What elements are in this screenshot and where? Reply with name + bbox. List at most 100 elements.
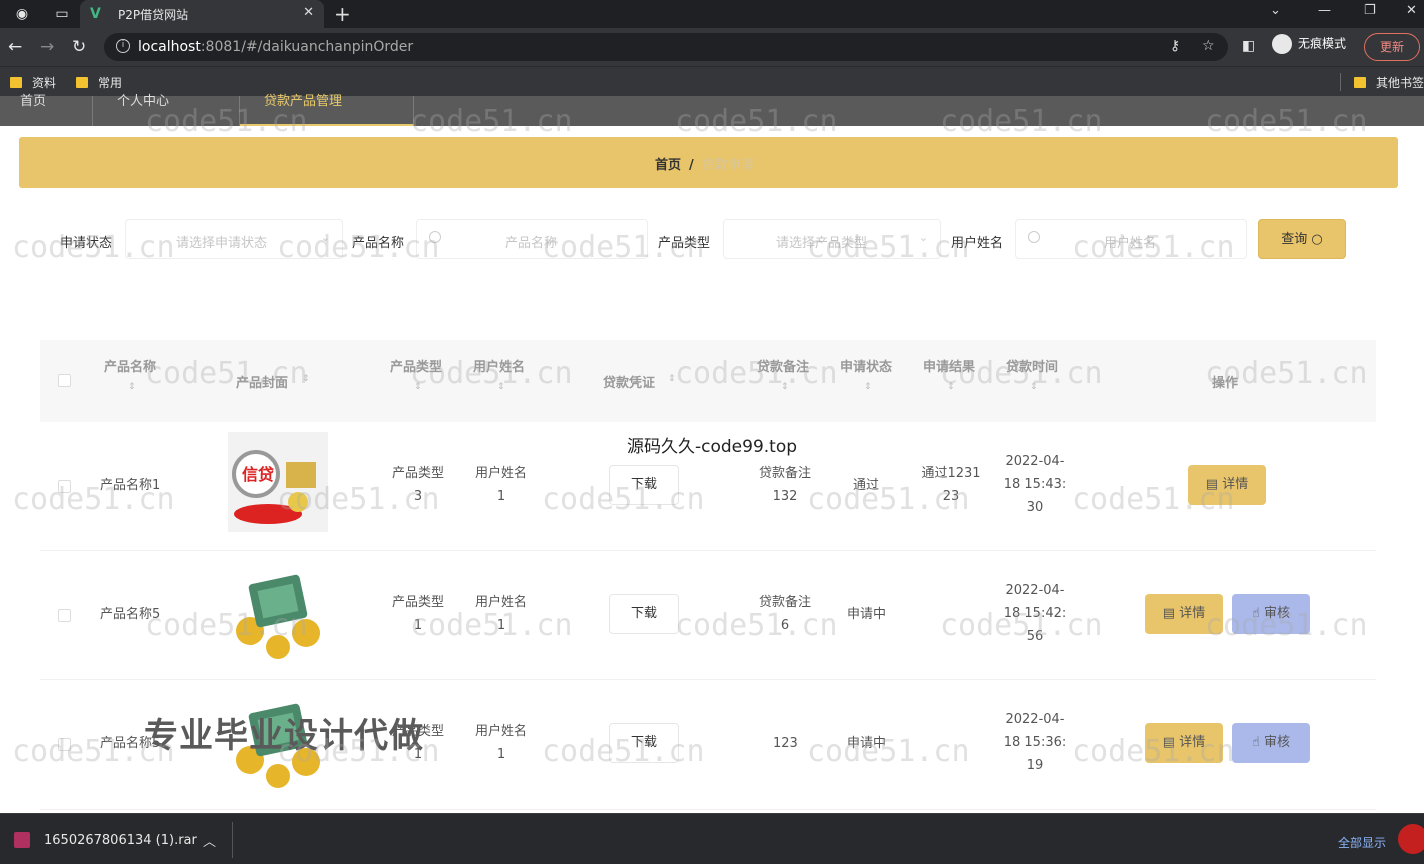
product-label: 产品名称	[352, 236, 405, 251]
sort-icon[interactable]: ⇕	[128, 382, 136, 392]
vue-logo-icon: V	[90, 6, 101, 22]
download-button[interactable]: 下载	[609, 594, 679, 634]
sort-icon[interactable]: ⇕	[1030, 382, 1038, 392]
info-icon[interactable]: i	[116, 39, 130, 53]
star-icon[interactable]: ☆	[1202, 38, 1215, 54]
reload-icon[interactable]: ↻	[72, 37, 86, 57]
th-ops: 操作	[1212, 376, 1239, 391]
incognito-indicator[interactable]: 无痕模式	[1272, 34, 1346, 54]
download-file-name[interactable]: 1650267806134 (1).rar	[44, 833, 197, 848]
incognito-label: 无痕模式	[1298, 36, 1347, 51]
bookmark-divider	[1340, 73, 1341, 91]
select-all-checkbox[interactable]	[58, 374, 71, 387]
chevron-down-icon: ⌄	[320, 231, 330, 244]
thumb-icon: ☝	[1251, 735, 1260, 750]
svg-text:信贷: 信贷	[242, 465, 274, 484]
app-top-nav: 首页 个人中心 贷款产品管理	[0, 94, 1424, 126]
bookmark-folder-other[interactable]: 其他书签	[1354, 74, 1424, 91]
download-button[interactable]: 下载	[609, 465, 679, 505]
cell-time: 2022-04- 18 15:43: 30	[1003, 454, 1067, 515]
close-icon[interactable]	[1398, 824, 1424, 854]
tab-title: P2P借贷网站	[118, 8, 189, 22]
url-path: :8081/#/daikuanchanpinOrder	[200, 39, 414, 55]
chevron-up-icon[interactable]: ︿	[203, 831, 216, 850]
restore-icon[interactable]: ❐	[1364, 3, 1376, 18]
window-close-icon[interactable]: ✕	[1406, 3, 1417, 18]
row-checkbox[interactable]	[58, 480, 71, 493]
new-tab-icon[interactable]: +	[334, 2, 351, 26]
th-product-name[interactable]: 产品名称	[104, 356, 156, 375]
globe-icon[interactable]: ◉	[12, 4, 32, 24]
window-icon[interactable]: ▭	[52, 4, 72, 24]
url-input[interactable]: i localhost:8081/#/daikuanchanpinOrder ⚷…	[104, 33, 1228, 61]
sort-icon[interactable]: ⇕	[302, 374, 310, 384]
browser-tab[interactable]: V P2P借贷网站 ✕	[80, 0, 324, 28]
cell-user: 用户姓名 1	[474, 595, 527, 633]
sidepanel-icon[interactable]: ◧	[1242, 38, 1255, 54]
th-time[interactable]: 贷款时间	[1006, 356, 1058, 375]
divider	[232, 822, 233, 858]
nav-item-profile[interactable]: 个人中心	[93, 94, 240, 126]
bookmark-label: 资料	[32, 76, 57, 90]
sort-icon[interactable]: ⇕	[668, 374, 676, 384]
forward-icon[interactable]: →	[40, 37, 54, 57]
close-icon[interactable]: ✕	[303, 5, 314, 20]
th-type[interactable]: 产品类型	[390, 356, 442, 375]
bookmark-folder-ziliao[interactable]: 资料	[10, 74, 56, 91]
nav-label: 个人中心	[117, 94, 170, 109]
cell-time: 2022-04- 18 15:42: 56	[1003, 583, 1067, 644]
search-icon	[429, 231, 441, 243]
cell-type: 产品类型 3	[391, 466, 444, 504]
chevron-down-icon[interactable]: ⌄	[1270, 3, 1281, 18]
row-checkbox[interactable]	[58, 609, 71, 622]
type-select[interactable]: 请选择产品类型 ⌄	[723, 219, 941, 259]
table-row: 产品名称5 产品类型 1 用户姓名 1 下载 贷款备注 6 申请中 2022-04- 1…	[40, 551, 1376, 680]
th-result[interactable]: 申请结果	[923, 356, 975, 375]
detail-button[interactable]: ▤ 详情	[1145, 723, 1223, 763]
show-all-button[interactable]: 全部显示	[1338, 834, 1386, 851]
product-name-input[interactable]: 产品名称	[416, 219, 648, 259]
th-voucher[interactable]: 贷款凭证	[603, 372, 655, 391]
key-icon[interactable]: ⚷	[1170, 38, 1180, 54]
update-button[interactable]: 更新	[1364, 33, 1420, 61]
back-icon[interactable]: ←	[8, 37, 22, 57]
th-status[interactable]: 申请状态	[840, 356, 892, 375]
breadcrumb-home[interactable]: 首页	[655, 158, 681, 173]
audit-button[interactable]: ☝ 审核	[1232, 594, 1310, 634]
th-remark[interactable]: 贷款备注	[757, 356, 809, 375]
overlay-source-text: 源码久久-code99.top	[627, 437, 798, 457]
nav-item-home[interactable]: 首页	[0, 94, 93, 126]
search-icon: ○	[1311, 232, 1323, 247]
document-icon: ▤	[1162, 735, 1176, 750]
cell-remark: 贷款备注 132	[758, 466, 811, 504]
folder-icon	[1354, 77, 1366, 88]
bookmark-folder-changyong[interactable]: 常用	[76, 74, 122, 91]
nav-item-loan-products[interactable]: 贷款产品管理	[240, 94, 414, 126]
detail-button[interactable]: ▤ 详情	[1188, 465, 1266, 505]
cell-status: 申请中	[847, 736, 887, 751]
sort-icon[interactable]: ⇕	[781, 382, 789, 392]
table-header: 产品名称 ⇕ 产品封面 ⇕ 产品类型 ⇕ 用户姓名 ⇕ 贷款凭证 ⇕ 贷款备注 …	[40, 340, 1376, 422]
sort-icon[interactable]: ⇕	[497, 382, 505, 392]
cell-type: 产品类型 1	[391, 595, 444, 633]
cell-time: 2022-04- 18 15:36: 19	[1003, 712, 1067, 773]
minimize-icon[interactable]: —	[1318, 3, 1331, 18]
detail-button[interactable]: ▤ 详情	[1145, 594, 1223, 634]
cell-remark: 123	[773, 736, 798, 751]
sort-icon[interactable]: ⇕	[947, 382, 955, 392]
bookmarks-bar: 资料 常用 其他书签	[0, 66, 1424, 96]
download-button[interactable]: 下载	[609, 723, 679, 763]
th-cover[interactable]: 产品封面	[236, 372, 288, 391]
row-checkbox[interactable]	[58, 738, 71, 751]
breadcrumb: 首页 / 贷款申请	[19, 137, 1398, 188]
status-select[interactable]: 请选择申请状态 ⌄	[125, 219, 343, 259]
folder-icon	[76, 77, 88, 88]
th-user[interactable]: 用户姓名	[473, 356, 525, 375]
document-icon: ▤	[1162, 606, 1176, 621]
sort-icon[interactable]: ⇕	[864, 382, 872, 392]
sort-icon[interactable]: ⇕	[414, 382, 422, 392]
audit-button[interactable]: ☝ 审核	[1232, 723, 1310, 763]
query-button[interactable]: 查询 ○	[1258, 219, 1346, 259]
breadcrumb-current: 贷款申请	[701, 158, 754, 173]
user-name-input[interactable]: 用户姓名	[1015, 219, 1247, 259]
